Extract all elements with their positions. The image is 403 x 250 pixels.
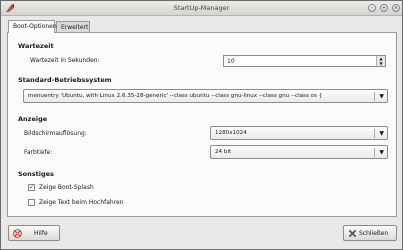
close-label: Schließen: [359, 230, 389, 237]
default-os-heading: Standard-Betriebssystem: [18, 76, 112, 84]
maximize-button[interactable]: +: [380, 4, 388, 12]
startup-manager-window: StartUp-Manager – + × Boot-Optionen Erwe…: [0, 0, 403, 250]
timeout-heading: Wartezeit: [18, 42, 54, 50]
close-button[interactable]: Schließen: [343, 225, 397, 241]
misc-heading: Sonstiges: [18, 170, 54, 178]
dropdown-arrow-icon: ▼: [379, 149, 384, 156]
boot-options-panel: Wartezeit Wartezeit in Sekunden: 10 ▲ ▼ …: [7, 32, 397, 217]
combo-separator: [374, 92, 375, 101]
minimize-button[interactable]: –: [368, 4, 376, 12]
resolution-value: 1280x1024: [215, 130, 247, 136]
tab-label: Erweitert: [61, 24, 89, 31]
depth-select[interactable]: 24 bit ▼: [210, 145, 388, 159]
resolution-select[interactable]: 1280x1024 ▼: [210, 126, 388, 140]
maximize-icon: +: [381, 5, 387, 11]
dropdown-arrow-icon: ▼: [379, 130, 384, 137]
timeout-label: Wartezeit in Sekunden:: [30, 57, 100, 64]
text-label[interactable]: Zeige Text beim Hochfahren: [39, 199, 124, 206]
close-x-icon: [348, 229, 357, 238]
resolution-label: Bildschirmauflösung:: [24, 130, 87, 137]
help-label: Hilfe: [34, 230, 48, 237]
timeout-spinbox[interactable]: 10 ▲ ▼: [223, 55, 386, 67]
close-window-button[interactable]: ×: [392, 4, 400, 12]
depth-label: Farbtiefe:: [24, 149, 53, 156]
check-mark-icon: ✓: [29, 184, 35, 191]
title-bar[interactable]: StartUp-Manager – + ×: [1, 1, 402, 16]
close-window-icon: ×: [393, 5, 399, 11]
dropdown-arrow-icon: ▼: [379, 93, 384, 100]
splash-label[interactable]: Zeige Boot-Splash: [39, 184, 94, 191]
default-os-value: menuentry 'Ubuntu, with Linux 2.6.35-28-…: [28, 93, 323, 99]
help-button[interactable]: Hilfe: [8, 225, 60, 241]
combo-separator: [374, 129, 375, 138]
minimize-icon: –: [370, 5, 374, 11]
window-title: StartUp-Manager: [173, 4, 230, 12]
spin-down-icon[interactable]: ▼: [376, 61, 385, 66]
text-checkbox[interactable]: [28, 199, 35, 206]
depth-value: 24 bit: [215, 149, 232, 155]
tab-boot-optionen[interactable]: Boot-Optionen: [8, 20, 57, 33]
display-heading: Anzeige: [18, 115, 48, 123]
combo-separator: [374, 148, 375, 157]
splash-checkbox[interactable]: ✓: [28, 184, 35, 191]
help-lifebuoy-icon: [13, 229, 22, 238]
tab-label: Boot-Optionen: [13, 23, 57, 30]
default-os-select[interactable]: menuentry 'Ubuntu, with Linux 2.6.35-28-…: [23, 89, 388, 103]
timeout-value: 10: [227, 58, 235, 65]
